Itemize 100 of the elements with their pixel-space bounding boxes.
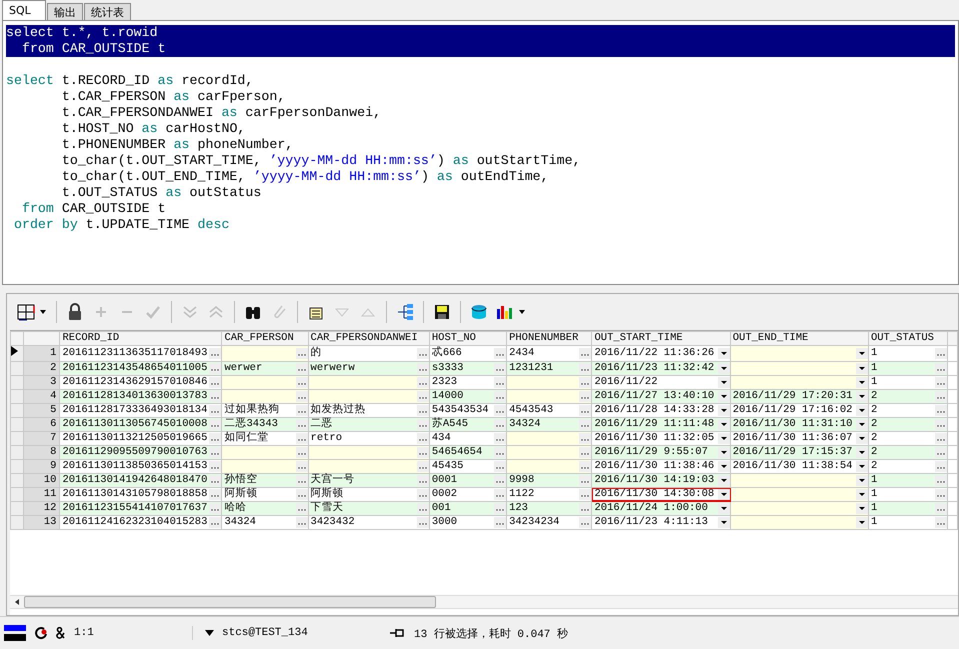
dropdown-icon[interactable] xyxy=(856,377,868,388)
table-cell[interactable]: 2016/11/30 11:32:05 xyxy=(592,432,730,446)
horizontal-scrollbar[interactable] xyxy=(10,595,958,609)
table-cell[interactable]: 2016/11/24 1:00:00 xyxy=(592,502,730,516)
table-cell[interactable]: 45435 xyxy=(429,460,507,474)
ellipsis-icon[interactable] xyxy=(416,405,429,416)
ellipsis-icon[interactable] xyxy=(416,489,429,500)
dropdown-icon[interactable] xyxy=(718,433,730,444)
table-cell[interactable]: 1 xyxy=(868,346,948,362)
table-cell[interactable] xyxy=(730,488,868,502)
ellipsis-icon[interactable] xyxy=(494,433,506,444)
table-row[interactable]: 9 20161130113850365014153 45435 2016/11/30 11:38:46 2016/11/30 11:38:54 2 xyxy=(10,460,958,474)
ellipsis-icon[interactable] xyxy=(416,363,429,374)
ellipsis-icon[interactable] xyxy=(296,447,308,458)
table-cell[interactable] xyxy=(730,474,868,488)
table-cell[interactable]: 2016/11/22 11:36:26 xyxy=(592,346,730,362)
table-cell[interactable]: 54654654 xyxy=(429,446,507,460)
ellipsis-icon[interactable] xyxy=(209,405,222,416)
dropdown-icon[interactable] xyxy=(856,489,868,500)
ellipsis-icon[interactable] xyxy=(209,517,222,528)
ellipsis-icon[interactable] xyxy=(209,363,222,374)
table-cell[interactable]: 3423432 xyxy=(308,516,430,530)
table-cell[interactable] xyxy=(308,390,430,404)
table-cell[interactable]: 1 xyxy=(868,474,948,488)
table-cell[interactable] xyxy=(730,516,868,530)
ellipsis-icon[interactable] xyxy=(416,377,429,388)
table-cell[interactable]: 2 xyxy=(868,404,948,418)
column-header[interactable]: OUT_STATUS xyxy=(868,332,948,346)
table-cell[interactable]: 2016/11/30 11:38:46 xyxy=(592,460,730,474)
table-cell[interactable]: 下雪天 xyxy=(308,502,430,516)
table-row[interactable]: 2 20161123143548654011005 werwer werwerw s3333 1231231 2016/11/23 11:32:42 1 xyxy=(10,362,958,376)
dropdown-icon[interactable] xyxy=(856,447,868,458)
table-cell[interactable] xyxy=(730,502,868,516)
ellipsis-icon[interactable] xyxy=(494,503,506,514)
ellipsis-icon[interactable] xyxy=(296,517,308,528)
table-cell[interactable] xyxy=(730,346,868,362)
ellipsis-icon[interactable] xyxy=(296,503,308,514)
table-cell[interactable]: 20161129095509790010763 xyxy=(60,446,222,460)
dropdown-icon[interactable] xyxy=(718,503,730,514)
table-cell[interactable]: s3333 xyxy=(429,362,507,376)
table-row[interactable]: 6 20161130113056745010008 二恶34343 二恶 苏A545 34324 2016/11/29 11:11:48 2016/11/30 11:31:10 2 xyxy=(10,418,958,432)
ellipsis-icon[interactable] xyxy=(416,475,429,486)
table-cell[interactable] xyxy=(222,346,308,362)
table-cell[interactable]: 434 xyxy=(429,432,507,446)
dropdown-icon[interactable] xyxy=(718,475,730,486)
ellipsis-icon[interactable] xyxy=(209,377,222,388)
ellipsis-icon[interactable] xyxy=(935,405,948,416)
table-cell[interactable]: 0002 xyxy=(429,488,507,502)
column-header[interactable]: OUT_END_TIME xyxy=(730,332,868,346)
dropdown-icon[interactable] xyxy=(856,461,868,472)
table-cell[interactable]: 20161128173336493018134 xyxy=(60,404,222,418)
table-cell[interactable]: 20161130113850365014153 xyxy=(60,460,222,474)
refresh-icon[interactable] xyxy=(34,626,48,640)
table-cell[interactable]: 的 xyxy=(308,346,430,362)
table-cell[interactable]: werwerw xyxy=(308,362,430,376)
dropdown-icon[interactable] xyxy=(718,447,730,458)
ellipsis-icon[interactable] xyxy=(579,405,592,416)
ellipsis-icon[interactable] xyxy=(296,405,308,416)
column-header[interactable]: CAR_FPERSONDANWEI xyxy=(308,332,430,346)
table-cell[interactable]: 阿斯顿 xyxy=(308,488,430,502)
table-row[interactable]: 8 20161129095509790010763 54654654 2016/11/29 9:55:07 2016/11/29 17:15:37 2 xyxy=(10,446,958,460)
ellipsis-icon[interactable] xyxy=(209,461,222,472)
table-cell[interactable]: 哈哈 xyxy=(222,502,308,516)
ellipsis-icon[interactable] xyxy=(579,391,592,402)
ellipsis-icon[interactable] xyxy=(579,475,592,486)
table-cell[interactable] xyxy=(506,390,592,404)
ellipsis-icon[interactable] xyxy=(494,391,506,402)
table-cell[interactable]: 2016/11/30 11:36:07 xyxy=(730,432,868,446)
ellipsis-icon[interactable] xyxy=(296,461,308,472)
table-cell[interactable]: 34234234 xyxy=(506,516,592,530)
table-cell[interactable] xyxy=(222,390,308,404)
table-cell[interactable]: 20161130141942648018470 xyxy=(60,474,222,488)
tab[interactable]: 统计表 xyxy=(84,3,131,20)
table-cell[interactable]: 2 xyxy=(868,390,948,404)
table-cell[interactable]: 2016/11/28 14:33:28 xyxy=(592,404,730,418)
table-cell[interactable] xyxy=(730,376,868,390)
table-cell[interactable]: 20161123113635117018493 xyxy=(60,346,222,362)
dropdown-icon[interactable] xyxy=(718,461,730,472)
ellipsis-icon[interactable] xyxy=(579,447,592,458)
dropdown-icon[interactable] xyxy=(718,489,730,500)
ellipsis-icon[interactable] xyxy=(935,348,948,359)
column-header[interactable]: OUT_START_TIME xyxy=(592,332,730,346)
ellipsis-icon[interactable] xyxy=(416,461,429,472)
sql-editor[interactable] xyxy=(2,20,959,285)
tab[interactable]: 输出 xyxy=(46,3,83,20)
table-cell[interactable]: werwer xyxy=(222,362,308,376)
table-cell[interactable]: 20161123155414107017637 xyxy=(60,502,222,516)
ellipsis-icon[interactable] xyxy=(209,503,222,514)
table-row[interactable]: 12 20161123155414107017637 哈哈 下雪天 001 123 2016/11/24 1:00:00 1 xyxy=(10,502,958,516)
ellipsis-icon[interactable] xyxy=(416,503,429,514)
ellipsis-icon[interactable] xyxy=(579,363,592,374)
dropdown-icon[interactable] xyxy=(856,348,868,359)
table-cell[interactable]: 2323 xyxy=(429,376,507,390)
table-row[interactable]: 10 20161130141942648018470 孙悟空 天宫一号 0001 9998 2016/11/30 14:19:03 1 xyxy=(10,474,958,488)
table-cell[interactable] xyxy=(506,376,592,390)
table-cell[interactable]: 4543543 xyxy=(506,404,592,418)
table-cell[interactable] xyxy=(222,376,308,390)
table-cell[interactable]: 2016/11/29 17:16:02 xyxy=(730,404,868,418)
table-cell[interactable]: 1 xyxy=(868,502,948,516)
table-cell[interactable]: 14000 xyxy=(429,390,507,404)
